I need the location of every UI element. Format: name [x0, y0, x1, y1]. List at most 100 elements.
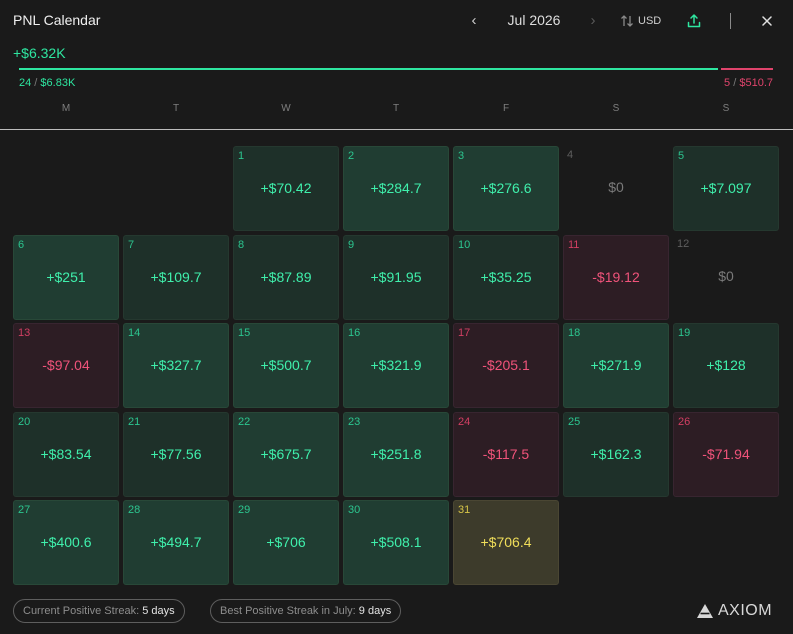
page-title: PNL Calendar: [13, 12, 101, 28]
calendar-day-cell[interactable]: 10 +$35.25: [453, 235, 559, 320]
calendar-day-cell[interactable]: 7 +$109.7: [123, 235, 229, 320]
calendar-grid: 1 +$70.42 2 +$284.7 3 +$276.6 4 $0 5 +$7.097 6 +$25…: [13, 146, 779, 585]
negative-amount: $510.7: [739, 77, 773, 89]
positive-summary: 24 / $6.83K: [19, 77, 76, 89]
calendar-day-cell[interactable]: 30 +$508.1: [343, 500, 449, 585]
calendar-day-cell[interactable]: 1 +$70.42: [233, 146, 339, 231]
day-pnl-value: -$117.5: [482, 446, 530, 462]
day-pnl-value: +$494.7: [150, 534, 202, 550]
day-pnl-value: +$706: [266, 534, 306, 550]
day-pnl-value: +$284.7: [370, 180, 422, 196]
calendar-day-cell[interactable]: 6 +$251: [13, 235, 119, 320]
day-number: 5: [678, 150, 685, 162]
positive-amount: $6.83K: [40, 77, 76, 89]
day-pnl-value: +$675.7: [260, 446, 312, 462]
day-pnl-value: +$91.95: [370, 269, 422, 285]
calendar-day-cell[interactable]: 29 +$706: [233, 500, 339, 585]
negative-ratio-bar: [721, 68, 773, 70]
weekday-label: S: [722, 103, 730, 114]
calendar-day-cell[interactable]: 24 -$117.5: [453, 412, 559, 497]
currency-label: USD: [638, 15, 662, 27]
next-month-button[interactable]: ›: [585, 11, 601, 31]
calendar-day-cell[interactable]: 19 +$128: [673, 323, 779, 408]
calendar-day-cell[interactable]: 15 +$500.7: [233, 323, 339, 408]
calendar-day-cell[interactable]: 16 +$321.9: [343, 323, 449, 408]
day-number: 8: [238, 239, 245, 251]
currency-toggle[interactable]: USD: [620, 12, 661, 30]
day-number: 6: [18, 239, 25, 251]
section-divider: [0, 129, 793, 130]
day-number: 9: [348, 239, 355, 251]
day-number: 18: [568, 327, 581, 339]
day-pnl-value: +$321.9: [370, 357, 422, 373]
day-pnl-value: +$251: [46, 269, 86, 285]
weekday-label: M: [61, 103, 71, 114]
calendar-day-cell[interactable]: 26 -$71.94: [673, 412, 779, 497]
day-number: 15: [238, 327, 251, 339]
day-pnl-value: +$276.6: [480, 180, 532, 196]
day-number: 21: [128, 416, 141, 428]
close-button[interactable]: [758, 12, 776, 30]
day-pnl-value: +$70.42: [260, 180, 312, 196]
day-pnl-value: +$400.6: [40, 534, 92, 550]
calendar-day-cell[interactable]: 2 +$284.7: [343, 146, 449, 231]
day-number: 2: [348, 150, 355, 162]
day-pnl-value: $0: [718, 268, 734, 284]
calendar-day-cell[interactable]: 5 +$7.097: [673, 146, 779, 231]
calendar-day-cell[interactable]: 9 +$91.95: [343, 235, 449, 320]
calendar-day-cell[interactable]: 14 +$327.7: [123, 323, 229, 408]
calendar-day-cell[interactable]: 8 +$87.89: [233, 235, 339, 320]
day-number: 19: [678, 327, 691, 339]
previous-month-button[interactable]: ‹: [466, 11, 482, 31]
positive-days-count: 24: [19, 77, 32, 89]
header-divider: [730, 13, 731, 29]
calendar-day-cell[interactable]: 11 -$19.12: [563, 235, 669, 320]
day-number: 20: [18, 416, 31, 428]
calendar-day-cell[interactable]: 3 +$276.6: [453, 146, 559, 231]
day-number: 25: [568, 416, 581, 428]
day-pnl-value: -$19.12: [592, 269, 640, 285]
calendar-day-cell[interactable]: 17 -$205.1: [453, 323, 559, 408]
day-pnl-value: -$97.04: [42, 357, 90, 373]
weekday-label: W: [281, 103, 291, 114]
day-pnl-value: +$706.4: [480, 534, 532, 550]
best-streak-badge: Best Positive Streak in July: 9 days: [210, 599, 402, 623]
day-pnl-value: +$7.097: [700, 180, 752, 196]
calendar-day-cell[interactable]: 23 +$251.8: [343, 412, 449, 497]
calendar-day-cell[interactable]: 13 -$97.04: [13, 323, 119, 408]
day-number: 22: [238, 416, 251, 428]
day-number: 30: [348, 504, 361, 516]
chevron-left-icon: ‹: [471, 12, 477, 29]
share-button[interactable]: [685, 12, 703, 30]
calendar-day-cell[interactable]: 27 +$400.6: [13, 500, 119, 585]
day-number: 17: [458, 327, 471, 339]
day-pnl-value: +$251.8: [370, 446, 422, 462]
brand-name: AXIOM: [718, 602, 773, 619]
day-number: 26: [678, 416, 691, 428]
calendar-day-cell[interactable]: 12 $0: [673, 235, 779, 320]
calendar-day-cell[interactable]: 4 $0: [563, 146, 669, 231]
day-number: 3: [458, 150, 465, 162]
day-pnl-value: +$162.3: [590, 446, 642, 462]
share-upload-icon: [687, 14, 701, 28]
day-number: 24: [458, 416, 471, 428]
day-pnl-value: -$205.1: [482, 357, 530, 373]
calendar-day-cell[interactable]: 28 +$494.7: [123, 500, 229, 585]
weekday-label: T: [392, 103, 400, 114]
calendar-day-cell[interactable]: 25 +$162.3: [563, 412, 669, 497]
calendar-day-cell[interactable]: 22 +$675.7: [233, 412, 339, 497]
close-icon: [762, 16, 772, 26]
negative-summary: 5 / $510.7: [724, 77, 773, 89]
day-pnl-value: +$77.56: [150, 446, 202, 462]
calendar-day-cell[interactable]: 21 +$77.56: [123, 412, 229, 497]
calendar-day-cell[interactable]: 18 +$271.9: [563, 323, 669, 408]
day-number: 16: [348, 327, 361, 339]
day-number: 4: [567, 149, 574, 161]
best-streak-value: 9 days: [358, 605, 392, 617]
day-number: 28: [128, 504, 141, 516]
calendar-day-cell[interactable]: 20 +$83.54: [13, 412, 119, 497]
day-pnl-value: +$500.7: [260, 357, 312, 373]
day-pnl-value: -$71.94: [702, 446, 750, 462]
day-number: 11: [568, 239, 580, 251]
calendar-day-cell[interactable]: 31 +$706.4: [453, 500, 559, 585]
